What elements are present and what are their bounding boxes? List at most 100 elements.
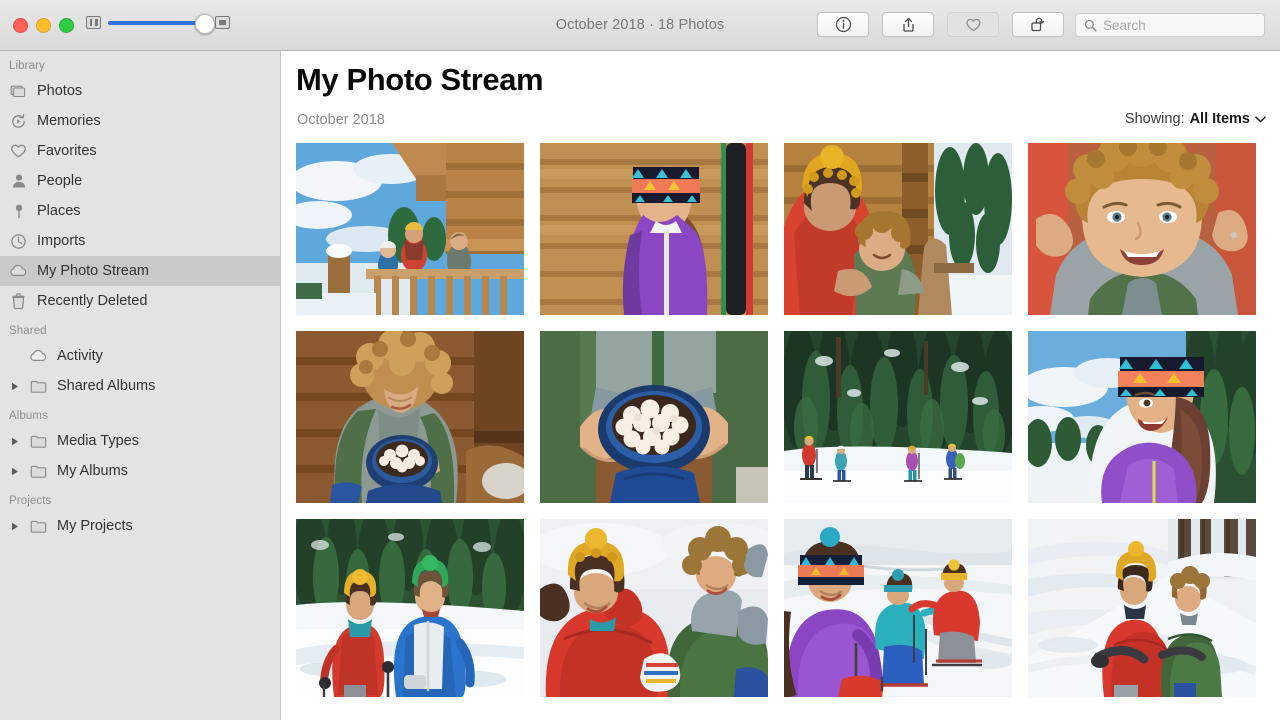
sidebar-item-places[interactable]: Places — [0, 196, 280, 226]
sidebar-item-people[interactable]: People — [0, 166, 280, 196]
photo-cocoa-boy — [296, 331, 524, 503]
search-input[interactable]: Search — [1103, 18, 1146, 33]
sidebar-item-label: Places — [37, 203, 81, 219]
folder-icon — [29, 432, 48, 451]
sidebar-item-label: Activity — [57, 348, 103, 364]
sidebar-item-label: Recently Deleted — [37, 293, 147, 309]
minimize-window-button[interactable] — [36, 18, 51, 33]
sidebar-item-media-types[interactable]: Media Types — [0, 426, 280, 456]
photo-boy-closeup — [1028, 143, 1256, 315]
sidebar-item-label: Imports — [37, 233, 85, 249]
favorite-button[interactable] — [947, 12, 999, 37]
photo-thumbnail[interactable] — [1028, 143, 1256, 315]
rotate-button[interactable] — [1012, 12, 1064, 37]
heart-icon — [9, 142, 28, 161]
page-subtitle: October 2018 — [297, 112, 385, 128]
sidebar-section-projects: Projects — [0, 486, 280, 511]
sidebar-item-my-albums[interactable]: My Albums — [0, 456, 280, 486]
info-icon — [835, 16, 852, 33]
heart-icon — [965, 17, 982, 33]
photo-thumbnail[interactable] — [784, 143, 1012, 315]
photo-girl-skis — [540, 143, 768, 315]
sidebar-item-label: My Projects — [57, 518, 133, 534]
disclosure-triangle-icon[interactable] — [9, 382, 20, 391]
photo-thumbnail[interactable] — [784, 519, 1012, 697]
trash-icon — [9, 292, 28, 311]
photo-couple-ski — [296, 519, 524, 697]
thumbnail-zoom-slider[interactable] — [86, 16, 230, 29]
showing-label: Showing: — [1125, 111, 1185, 127]
photo-mom-boy-cabin — [784, 143, 1012, 315]
photo-thumbnail[interactable] — [540, 143, 768, 315]
folder-icon — [29, 462, 48, 481]
photo-xc-ski — [784, 519, 1012, 697]
sidebar-item-photos[interactable]: Photos — [0, 76, 280, 106]
clock-icon — [9, 232, 28, 251]
sidebar-item-label: People — [37, 173, 82, 189]
photo-grid — [296, 143, 1272, 697]
folder-icon — [29, 377, 48, 396]
photo-cabin-deck — [296, 143, 524, 315]
sidebar-item-imports[interactable]: Imports — [0, 226, 280, 256]
memories-icon — [9, 112, 28, 131]
sidebar-item-label: My Photo Stream — [37, 263, 149, 279]
sidebar-item-label: Media Types — [57, 433, 139, 449]
sidebar-section-library: Library — [0, 51, 280, 76]
photo-skiers-forest — [784, 331, 1012, 503]
showing-filter[interactable]: Showing: All Items — [1125, 111, 1266, 127]
sidebar-item-label: Photos — [37, 83, 82, 99]
photo-thumbnail[interactable] — [296, 519, 524, 697]
page-title: My Photo Stream — [296, 62, 543, 98]
info-button[interactable] — [817, 12, 869, 37]
sidebar-item-activity[interactable]: Activity — [0, 341, 280, 371]
sidebar-item-recently-deleted[interactable]: Recently Deleted — [0, 286, 280, 316]
disclosure-triangle-icon[interactable] — [9, 522, 20, 531]
window-toolbar: October 2018 · 18 Photos — [0, 0, 1280, 51]
photos-app-window: October 2018 · 18 Photos — [0, 0, 1280, 720]
sidebar-section-shared: Shared — [0, 316, 280, 341]
sidebar-item-shared-albums[interactable]: Shared Albums — [0, 371, 280, 401]
toolbar-actions — [817, 12, 1064, 37]
small-thumbnails-icon — [86, 16, 101, 29]
folder-icon — [29, 517, 48, 536]
rotate-icon — [1029, 16, 1047, 33]
photo-snow-lying — [540, 519, 768, 697]
sidebar-item-label: Memories — [37, 113, 101, 129]
photos-stack-icon — [9, 82, 28, 101]
photo-thumbnail[interactable] — [784, 331, 1012, 503]
disclosure-triangle-icon[interactable] — [9, 467, 20, 476]
search-field[interactable]: Search — [1075, 13, 1265, 37]
map-pin-icon — [9, 202, 28, 221]
photo-thumbnail[interactable] — [540, 519, 768, 697]
zoom-slider-track[interactable] — [108, 21, 208, 25]
photo-thumbnail[interactable] — [540, 331, 768, 503]
photo-thumbnail[interactable] — [296, 331, 524, 503]
cloud-icon — [9, 262, 28, 281]
sidebar-section-albums: Albums — [0, 401, 280, 426]
content-area: My Photo Stream October 2018 Showing: Al… — [282, 51, 1280, 720]
photo-thumbnail[interactable] — [296, 143, 524, 315]
disclosure-triangle-icon[interactable] — [9, 437, 20, 446]
showing-value: All Items — [1190, 111, 1250, 127]
cloud-icon — [29, 347, 48, 366]
sidebar-item-favorites[interactable]: Favorites — [0, 136, 280, 166]
sidebar-item-memories[interactable]: Memories — [0, 106, 280, 136]
sidebar: Library Photos Memories — [0, 51, 281, 720]
photo-snow-woods — [1028, 519, 1256, 697]
sidebar-item-label: Shared Albums — [57, 378, 155, 394]
share-icon — [900, 16, 917, 33]
close-window-button[interactable] — [13, 18, 28, 33]
zoom-slider-knob[interactable] — [195, 14, 215, 34]
maximize-window-button[interactable] — [59, 18, 74, 33]
sidebar-item-my-photo-stream[interactable]: My Photo Stream — [0, 256, 280, 286]
sidebar-item-label: My Albums — [57, 463, 128, 479]
sidebar-item-label: Favorites — [37, 143, 97, 159]
sidebar-item-my-projects[interactable]: My Projects — [0, 511, 280, 541]
photo-cocoa-mug — [540, 331, 768, 503]
photo-thumbnail[interactable] — [1028, 519, 1256, 697]
search-icon — [1084, 19, 1097, 32]
photo-thumbnail[interactable] — [1028, 331, 1256, 503]
share-button[interactable] — [882, 12, 934, 37]
large-thumbnail-icon — [215, 16, 230, 29]
photo-girl-sky — [1028, 331, 1256, 503]
